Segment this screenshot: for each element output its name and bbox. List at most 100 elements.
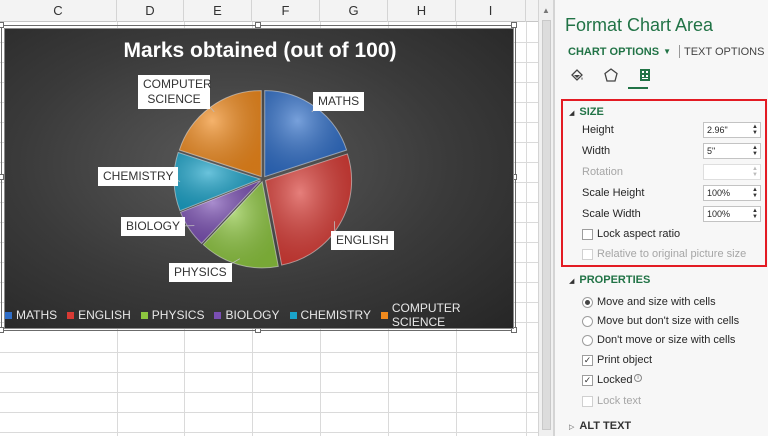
info-icon[interactable]: i — [634, 374, 642, 382]
legend-swatch — [67, 311, 75, 319]
alt-text-section-header[interactable]: ▷ ALT TEXT — [569, 420, 631, 432]
scale-height-spinner[interactable]: 100% ▲ ▼ — [703, 185, 761, 201]
legend-swatch — [380, 311, 388, 319]
pie-chart[interactable] — [5, 29, 515, 330]
column-header-h[interactable]: H — [388, 0, 456, 22]
data-label-physics[interactable]: PHYSICS — [169, 263, 232, 282]
legend-label: BIOLOGY — [225, 308, 280, 322]
dont-move-radio[interactable] — [582, 335, 593, 346]
gridline — [526, 22, 527, 436]
data-label-english[interactable]: ENGLISH — [331, 231, 394, 250]
gridline — [0, 352, 538, 353]
spinner-arrows-icon: ▲ ▼ — [752, 166, 758, 178]
active-icon-indicator — [628, 87, 648, 89]
properties-section-header[interactable]: ◢ PROPERTIES — [569, 274, 650, 286]
lock-text-label: Lock text — [597, 395, 642, 407]
collapse-triangle-icon: ◢ — [569, 110, 575, 117]
legend-swatch — [289, 311, 297, 319]
move-and-size-label[interactable]: Move and size with cells — [597, 296, 716, 308]
scale-height-label: Scale Height — [582, 187, 645, 199]
width-label: Width — [582, 145, 611, 157]
print-object-label[interactable]: Print object — [597, 354, 652, 366]
scale-width-value: 100% — [707, 209, 731, 219]
dont-move-label[interactable]: Don't move or size with cells — [597, 334, 735, 346]
chevron-down-icon[interactable]: ▼ — [663, 47, 671, 56]
gridline — [0, 432, 538, 433]
pane-icon-tabs — [568, 66, 654, 84]
spinner-arrows-icon[interactable]: ▲ ▼ — [752, 187, 758, 199]
column-header-bar: C D E F G H I — [0, 0, 538, 22]
data-label-biology[interactable]: BIOLOGY — [121, 217, 186, 236]
relative-size-checkbox — [582, 249, 593, 260]
legend-label: MATHS — [16, 308, 58, 322]
expand-triangle-icon: ▷ — [569, 424, 575, 431]
collapse-triangle-icon: ◢ — [569, 278, 575, 285]
data-label-computer-science[interactable]: COMPUTER SCIENCE — [138, 75, 212, 109]
legend-item-chemistry[interactable]: CHEMISTRY — [289, 301, 371, 329]
width-value: 5" — [707, 146, 716, 156]
column-header-f[interactable]: F — [252, 0, 320, 22]
pane-tabs: CHART OPTIONS ▼ TEXT OPTIONS — [568, 45, 764, 58]
spinner-arrows-icon[interactable]: ▲ ▼ — [752, 208, 758, 220]
gridline — [0, 392, 538, 393]
tab-text-options[interactable]: TEXT OPTIONS — [684, 46, 764, 58]
lock-text-checkbox — [582, 396, 593, 407]
size-section-header[interactable]: ◢ SIZE — [569, 106, 604, 118]
height-label: Height — [582, 124, 614, 136]
chart-title[interactable]: Marks obtained (out of 100) — [5, 39, 515, 63]
legend-swatch — [140, 311, 148, 319]
locked-label[interactable]: Locked — [597, 374, 632, 386]
height-value: 2.96" — [707, 125, 728, 135]
legend-item-physics[interactable]: PHYSICS — [140, 301, 205, 329]
legend-label: COMPUTER SCIENCE — [391, 301, 461, 329]
scale-height-value: 100% — [707, 188, 731, 198]
move-and-size-radio[interactable] — [582, 297, 593, 308]
lock-aspect-checkbox[interactable] — [582, 229, 593, 240]
data-label-maths[interactable]: MATHS — [313, 92, 365, 111]
legend-label: PHYSICS — [151, 308, 205, 322]
size-properties-icon[interactable] — [636, 66, 654, 84]
chart-area[interactable]: Marks obtained (out of 100) MATHS ENGLIS… — [4, 28, 514, 329]
relative-size-label: Relative to original picture size — [597, 248, 747, 260]
move-only-label[interactable]: Move but don't size with cells — [597, 315, 739, 327]
column-header-i[interactable]: I — [456, 0, 526, 22]
fill-bucket-icon[interactable] — [568, 66, 586, 84]
legend-item-maths[interactable]: MATHS — [5, 301, 57, 329]
column-header-g[interactable]: G — [320, 0, 388, 22]
lock-aspect-label[interactable]: Lock aspect ratio — [597, 228, 680, 240]
pane-title: Format Chart Area — [565, 15, 714, 35]
legend-item-english[interactable]: ENGLISH — [67, 301, 131, 329]
data-label-chemistry[interactable]: CHEMISTRY — [98, 167, 179, 186]
column-header-d[interactable]: D — [117, 0, 184, 22]
legend-label: ENGLISH — [78, 308, 131, 322]
tab-chart-options[interactable]: CHART OPTIONS — [568, 46, 659, 58]
gridline — [0, 372, 538, 373]
height-spinner[interactable]: 2.96" ▲ ▼ — [703, 122, 761, 138]
rotation-spinner: ▲ ▼ — [703, 164, 761, 180]
worksheet[interactable]: C D E F G H I Marks obtained (out of 100… — [0, 0, 538, 436]
column-header-c[interactable]: C — [0, 0, 117, 22]
spinner-arrows-icon[interactable]: ▲ ▼ — [752, 145, 758, 157]
format-chart-area-pane: Format Chart Area CHART OPTIONS ▼ TEXT O… — [554, 0, 768, 436]
width-spinner[interactable]: 5" ▲ ▼ — [703, 143, 761, 159]
scrollbar-thumb[interactable] — [542, 20, 551, 430]
spinner-arrows-icon[interactable]: ▲ ▼ — [752, 124, 758, 136]
tab-separator — [678, 45, 680, 58]
pie-slices[interactable] — [173, 90, 353, 269]
legend-item-biology[interactable]: BIOLOGY — [214, 301, 280, 329]
column-header-e[interactable]: E — [184, 0, 252, 22]
legend-swatch — [5, 311, 12, 319]
print-object-checkbox[interactable]: ✓ — [582, 355, 593, 366]
gridline — [0, 412, 538, 413]
pentagon-icon[interactable] — [602, 66, 620, 84]
chart-legend[interactable]: MATHS ENGLISH PHYSICS BIOLOGY CHEMISTRY COMPU… — [5, 301, 515, 329]
locked-checkbox[interactable]: ✓ — [582, 375, 593, 386]
scale-width-label: Scale Width — [582, 208, 641, 220]
rotation-label: Rotation — [582, 166, 623, 178]
vertical-scrollbar[interactable]: ▲ — [538, 0, 554, 436]
move-only-radio[interactable] — [582, 316, 593, 327]
pane-divider — [554, 0, 555, 436]
scale-width-spinner[interactable]: 100% ▲ ▼ — [703, 206, 761, 222]
legend-item-computer-science[interactable]: COMPUTER SCIENCE — [380, 301, 515, 329]
scroll-up-arrow-icon[interactable]: ▲ — [542, 6, 550, 15]
